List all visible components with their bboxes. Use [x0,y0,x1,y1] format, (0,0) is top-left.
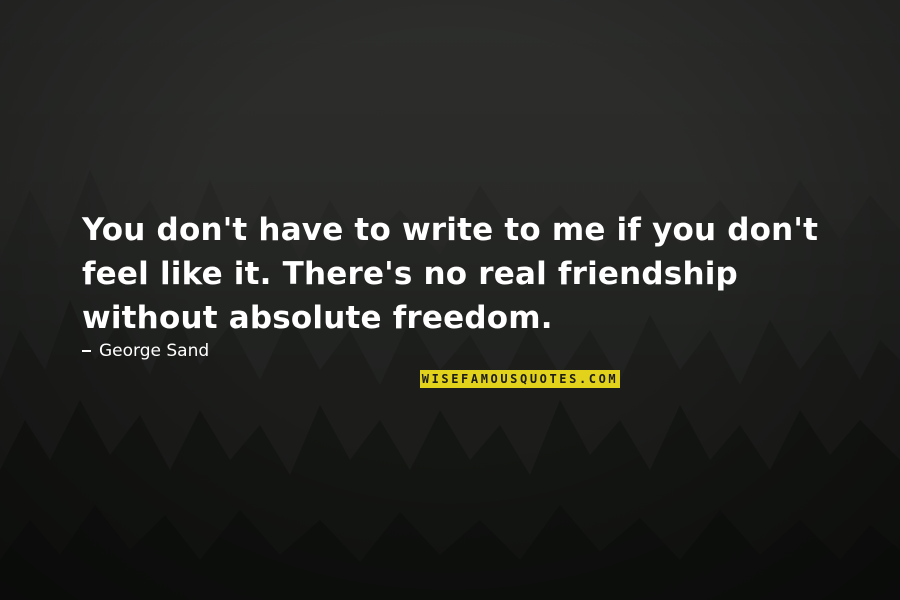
author-attribution: George Sand [82,340,209,362]
quote-text: You don't have to write to me if you don… [82,212,819,336]
watermark-logo: WISEFAMOUSQUOTES.COM [420,370,620,388]
watermark-text: WISEFAMOUSQUOTES.COM [421,372,619,386]
author-name: George Sand [99,341,210,361]
dash-icon [82,350,91,352]
